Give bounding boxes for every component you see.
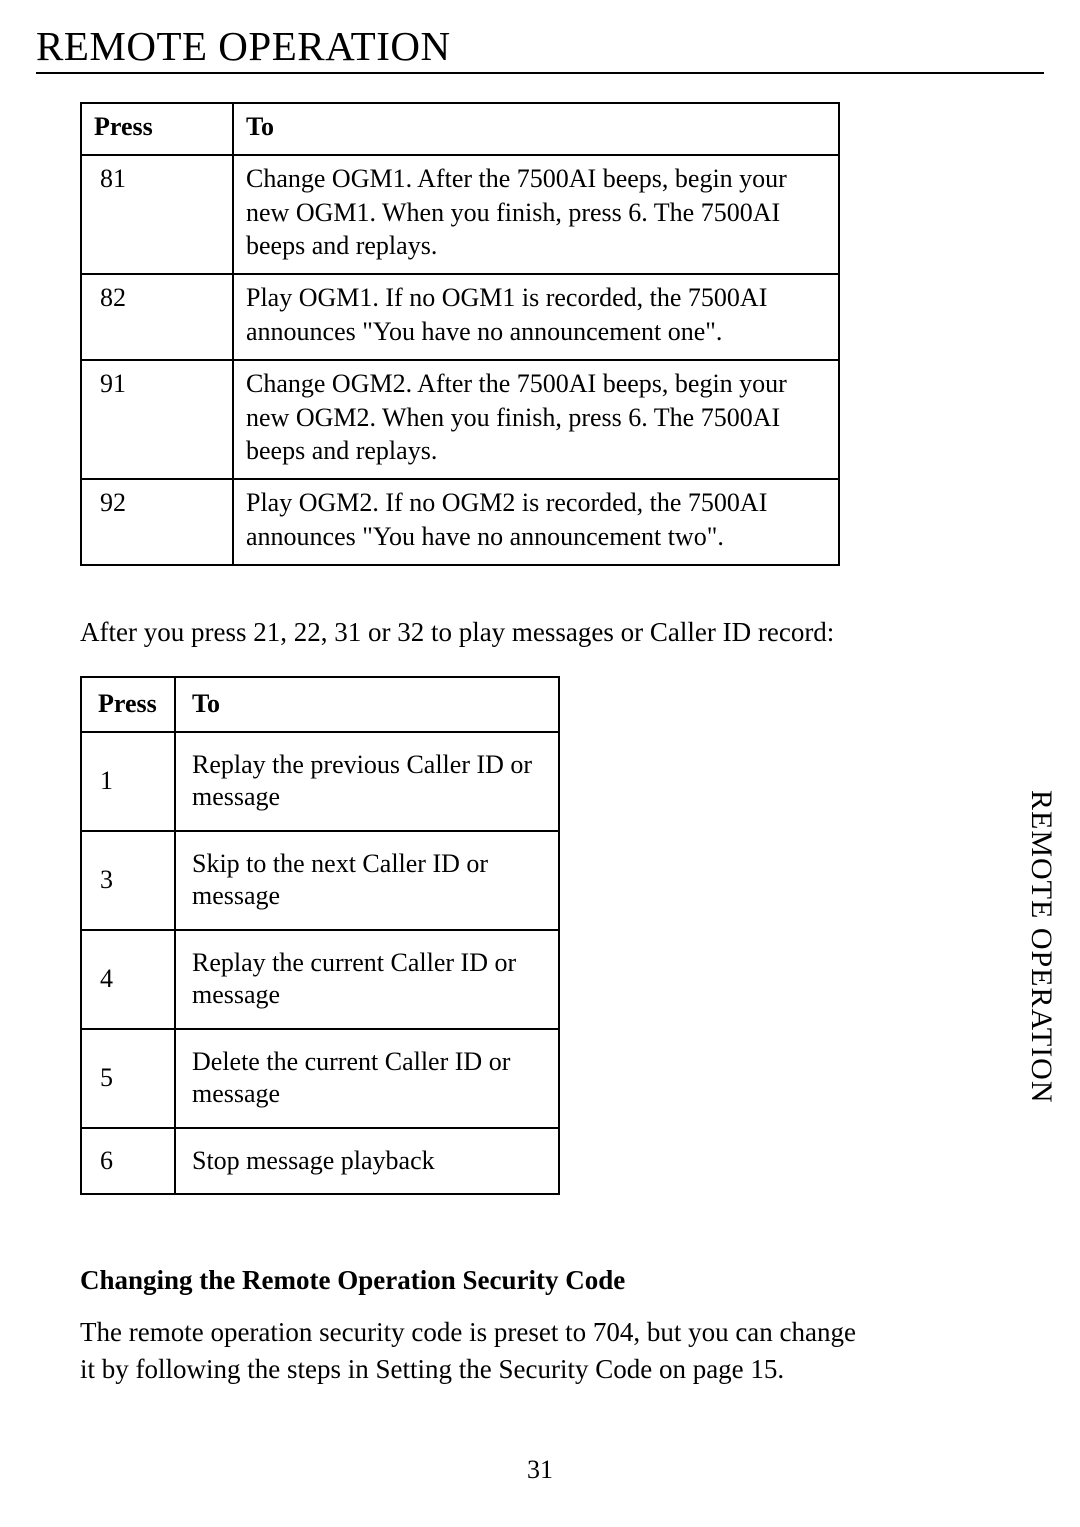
cell-press: 91 <box>81 360 233 479</box>
cell-to: Play OGM1. If no OGM1 is recorded, the 7… <box>233 274 839 360</box>
cell-press: 6 <box>81 1128 175 1195</box>
section-heading: Changing the Remote Operation Security C… <box>80 1265 864 1296</box>
cell-press: 3 <box>81 831 175 930</box>
playback-commands-table: Press To 1 Replay the previous Caller ID… <box>80 676 560 1195</box>
side-tab-label: REMOTE OPERATION <box>1024 790 1058 1104</box>
page-title-wrap: REMOTE OPERATION <box>36 22 1044 74</box>
table-row: 92 Play OGM2. If no OGM2 is recorded, th… <box>81 479 839 565</box>
page-number: 31 <box>0 1455 1080 1485</box>
table-row: 5 Delete the current Caller ID or messag… <box>81 1029 559 1128</box>
col-header-to: To <box>233 103 839 155</box>
mid-paragraph: After you press 21, 22, 31 or 32 to play… <box>80 614 864 650</box>
table-header-row: Press To <box>81 103 839 155</box>
cell-to: Stop message playback <box>175 1128 559 1195</box>
ogm-commands-table: Press To 81 Change OGM1. After the 7500A… <box>80 102 840 566</box>
cell-press: 5 <box>81 1029 175 1128</box>
cell-press: 81 <box>81 155 233 274</box>
content-area: Press To 81 Change OGM1. After the 7500A… <box>36 102 1044 1387</box>
cell-press: 92 <box>81 479 233 565</box>
table-row: 81 Change OGM1. After the 7500AI beeps, … <box>81 155 839 274</box>
cell-to: Replay the previous Caller ID or message <box>175 732 559 831</box>
table-row: 3 Skip to the next Caller ID or message <box>81 831 559 930</box>
cell-to: Change OGM1. After the 7500AI beeps, beg… <box>233 155 839 274</box>
table-header-row: Press To <box>81 677 559 732</box>
table-row: 91 Change OGM2. After the 7500AI beeps, … <box>81 360 839 479</box>
table-row: 82 Play OGM1. If no OGM1 is recorded, th… <box>81 274 839 360</box>
page-title: REMOTE OPERATION <box>36 22 1044 70</box>
page: REMOTE OPERATION Press To 81 Change OGM1… <box>0 0 1080 1527</box>
cell-press: 82 <box>81 274 233 360</box>
table-row: 4 Replay the current Caller ID or messag… <box>81 930 559 1029</box>
cell-to: Play OGM2. If no OGM2 is recorded, the 7… <box>233 479 839 565</box>
cell-to: Change OGM2. After the 7500AI beeps, beg… <box>233 360 839 479</box>
col-header-press: Press <box>81 103 233 155</box>
cell-to: Replay the current Caller ID or message <box>175 930 559 1029</box>
col-header-to: To <box>175 677 559 732</box>
cell-to: Delete the current Caller ID or message <box>175 1029 559 1128</box>
table-row: 6 Stop message playback <box>81 1128 559 1195</box>
cell-to: Skip to the next Caller ID or message <box>175 831 559 930</box>
col-header-press: Press <box>81 677 175 732</box>
cell-press: 4 <box>81 930 175 1029</box>
section-body: The remote operation security code is pr… <box>80 1314 864 1387</box>
table-row: 1 Replay the previous Caller ID or messa… <box>81 732 559 831</box>
cell-press: 1 <box>81 732 175 831</box>
